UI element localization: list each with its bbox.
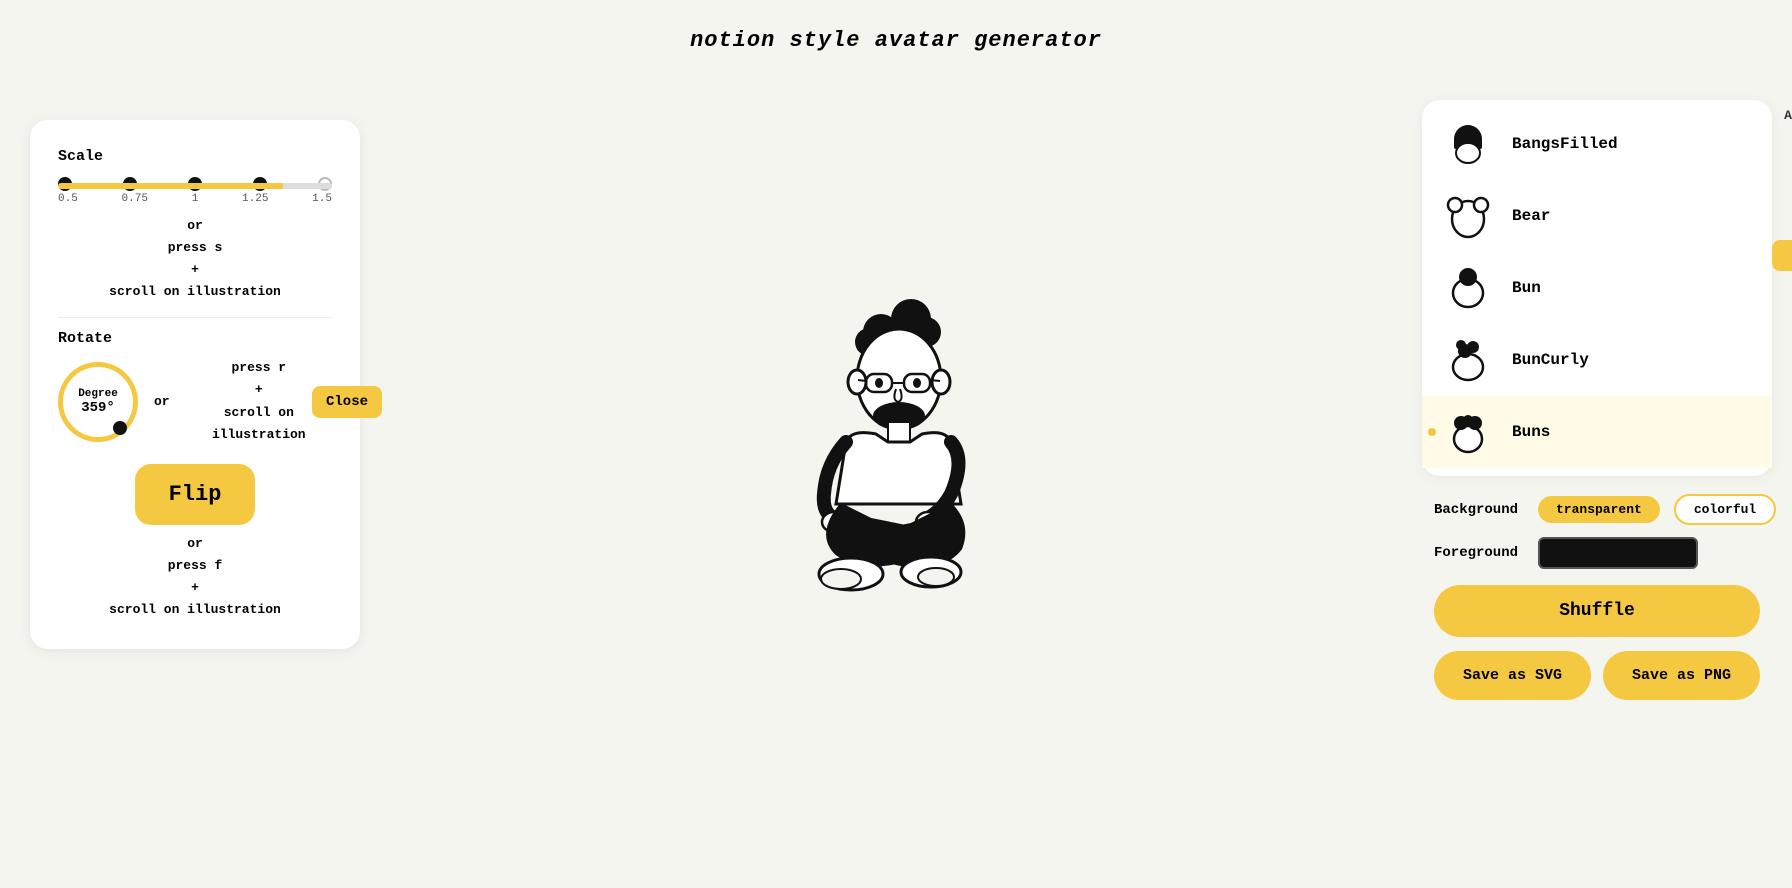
bun-thumb	[1442, 262, 1494, 314]
rotate-dial[interactable]: Degree 359°	[58, 362, 138, 442]
bg-colorful-button[interactable]: colorful	[1674, 494, 1776, 525]
bear-thumb	[1442, 190, 1494, 242]
foreground-color-swatch[interactable]	[1538, 537, 1698, 569]
scale-slider-container[interactable]: 0.5 0.75 1 1.25 1.5	[58, 183, 332, 205]
rotate-handle	[113, 421, 127, 435]
export-row: Save as SVG Save as PNG	[1434, 651, 1760, 700]
buns-name: Buns	[1512, 423, 1550, 441]
bear-name: Bear	[1512, 207, 1550, 225]
hair-list-panel: BangsFilled Bear	[1422, 100, 1772, 476]
divider-1	[58, 317, 332, 318]
tab-facialhair[interactable]: FacialHair	[1772, 205, 1792, 236]
rotate-dial-inner: Degree 359°	[78, 388, 118, 416]
save-png-button[interactable]: Save as PNG	[1603, 651, 1760, 700]
tab-hair[interactable]: Hair	[1772, 240, 1792, 271]
close-button[interactable]: Close	[312, 386, 382, 418]
shuffle-button[interactable]: Shuffle	[1434, 585, 1760, 637]
foreground-row: Foreground	[1434, 537, 1760, 569]
hair-item-bangsfilled[interactable]: BangsFilled	[1422, 108, 1772, 180]
foreground-label: Foreground	[1434, 545, 1524, 561]
background-label: Background	[1434, 502, 1524, 518]
save-svg-button[interactable]: Save as SVG	[1434, 651, 1591, 700]
avatar-svg	[766, 264, 1026, 624]
hair-item-buns[interactable]: Buns	[1422, 396, 1772, 468]
hair-item-bear[interactable]: Bear	[1422, 180, 1772, 252]
rotate-label: Rotate	[58, 330, 332, 347]
degree-value: 359°	[78, 400, 118, 416]
degree-label: Degree	[78, 388, 118, 400]
bangsfilled-name: BangsFilled	[1512, 135, 1618, 153]
buncurly-thumb	[1442, 334, 1494, 386]
bun-name: Bun	[1512, 279, 1541, 297]
bg-transparent-button[interactable]: transparent	[1538, 496, 1660, 523]
hair-item-bun[interactable]: Bun	[1422, 252, 1772, 324]
rotate-or-text: or	[154, 394, 170, 409]
tab-accessories[interactable]: Accessories	[1772, 100, 1792, 131]
flip-instructions: or press f + scroll on illustration	[58, 533, 332, 621]
avatar-svg-container[interactable]	[746, 254, 1046, 634]
scale-labels: 0.5 0.75 1 1.25 1.5	[58, 193, 332, 205]
right-panel: BangsFilled Bear	[1422, 100, 1772, 700]
rotate-instructions: press r + scroll on illustration	[186, 357, 332, 445]
hair-list-wrapper: BangsFilled Bear	[1422, 100, 1772, 476]
hair-item-buncurly[interactable]: BunCurly	[1422, 324, 1772, 396]
selected-dot	[1428, 428, 1436, 436]
avatar-display[interactable]	[746, 254, 1046, 634]
bottom-controls: Background transparent colorful Foregrou…	[1422, 494, 1772, 700]
background-row: Background transparent colorful	[1434, 494, 1760, 525]
buns-thumb	[1442, 406, 1494, 458]
left-panel: Scale 0.5 0.75 1 1.25 1.5 or press s + s…	[30, 120, 360, 649]
tab-face[interactable]: Face	[1772, 170, 1792, 201]
rotate-container: Degree 359° or press r + scroll on illus…	[58, 357, 332, 445]
page-title: notion style avatar generator	[0, 0, 1792, 53]
tab-body[interactable]: Body	[1772, 135, 1792, 166]
bangsfilled-thumb	[1442, 118, 1494, 170]
scale-instructions: or press s + scroll on illustration	[58, 215, 332, 303]
buncurly-name: BunCurly	[1512, 351, 1589, 369]
flip-button[interactable]: Flip	[135, 464, 255, 525]
category-tabs: Accessories Body Face FacialHair Hair	[1772, 100, 1792, 271]
scale-label: Scale	[58, 148, 332, 165]
